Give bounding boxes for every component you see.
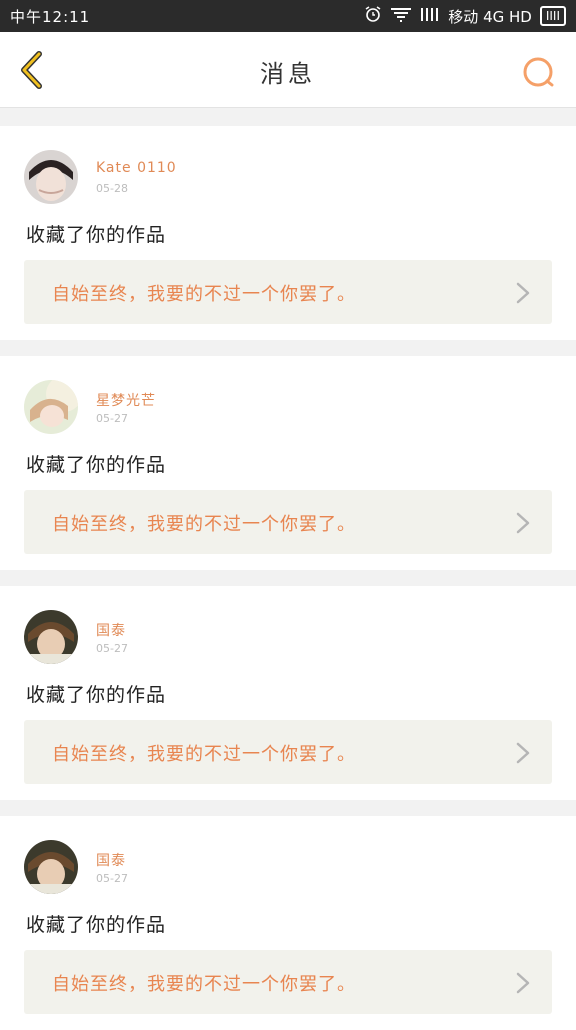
- battery-level: IIII: [545, 9, 560, 23]
- message-card: 国泰 05-27 收藏了你的作品 自始至终，我要的不过一个你罢了。: [0, 586, 576, 800]
- avatar[interactable]: [24, 610, 78, 664]
- wifi-icon: [390, 6, 412, 26]
- quote-text: 自始至终，我要的不过一个你罢了。: [52, 744, 356, 765]
- avatar[interactable]: [24, 150, 78, 204]
- quote-text: 自始至终，我要的不过一个你罢了。: [52, 514, 356, 535]
- carrier-label: 移动 4G HD: [448, 7, 532, 26]
- quoted-work[interactable]: 自始至终，我要的不过一个你罢了。: [24, 720, 552, 784]
- message-action: 收藏了你的作品: [26, 224, 167, 246]
- chevron-right-icon: [516, 282, 530, 304]
- status-icons: 移动 4G HD IIII: [364, 5, 566, 27]
- battery-icon: IIII: [539, 6, 566, 26]
- message-card: Kate 0110 05-28 收藏了你的作品 自始至终，我要的不过一个你罢了。: [0, 126, 576, 340]
- quote-text: 自始至终，我要的不过一个你罢了。: [52, 974, 356, 995]
- search-icon: [523, 57, 554, 87]
- avatar[interactable]: [24, 380, 78, 434]
- quoted-work[interactable]: 自始至终，我要的不过一个你罢了。: [24, 260, 552, 324]
- message-date: 05-28: [96, 182, 128, 195]
- sender-name[interactable]: 国泰: [96, 620, 126, 640]
- message-date: 05-27: [96, 872, 128, 885]
- quote-text: 自始至终，我要的不过一个你罢了。: [52, 284, 356, 305]
- message-date: 05-27: [96, 412, 128, 425]
- message-action: 收藏了你的作品: [26, 454, 167, 476]
- sender-name[interactable]: Kate 0110: [96, 160, 177, 176]
- quoted-work[interactable]: 自始至终，我要的不过一个你罢了。: [24, 490, 552, 554]
- chevron-right-icon: [516, 742, 530, 764]
- chevron-right-icon: [516, 512, 530, 534]
- status-time: 中午12:11: [10, 7, 91, 26]
- sender-name[interactable]: 星梦光芒: [96, 390, 156, 410]
- chevron-right-icon: [516, 972, 530, 994]
- search-button[interactable]: [518, 52, 558, 92]
- message-action: 收藏了你的作品: [26, 684, 167, 706]
- page-title: 消息: [260, 60, 316, 88]
- status-bar: 中午12:11 移动 4G HD IIII: [0, 0, 576, 32]
- alarm-icon: [364, 5, 382, 27]
- message-card: 国泰 05-27 收藏了你的作品 自始至终，我要的不过一个你罢了。: [0, 816, 576, 1030]
- message-action: 收藏了你的作品: [26, 914, 167, 936]
- sender-name[interactable]: 国泰: [96, 850, 126, 870]
- signal-icon: [420, 6, 440, 26]
- avatar[interactable]: [24, 840, 78, 894]
- app-header: 消息: [0, 32, 576, 108]
- message-card: 星梦光芒 05-27 收藏了你的作品 自始至终，我要的不过一个你罢了。: [0, 356, 576, 570]
- quoted-work[interactable]: 自始至终，我要的不过一个你罢了。: [24, 950, 552, 1014]
- message-date: 05-27: [96, 642, 128, 655]
